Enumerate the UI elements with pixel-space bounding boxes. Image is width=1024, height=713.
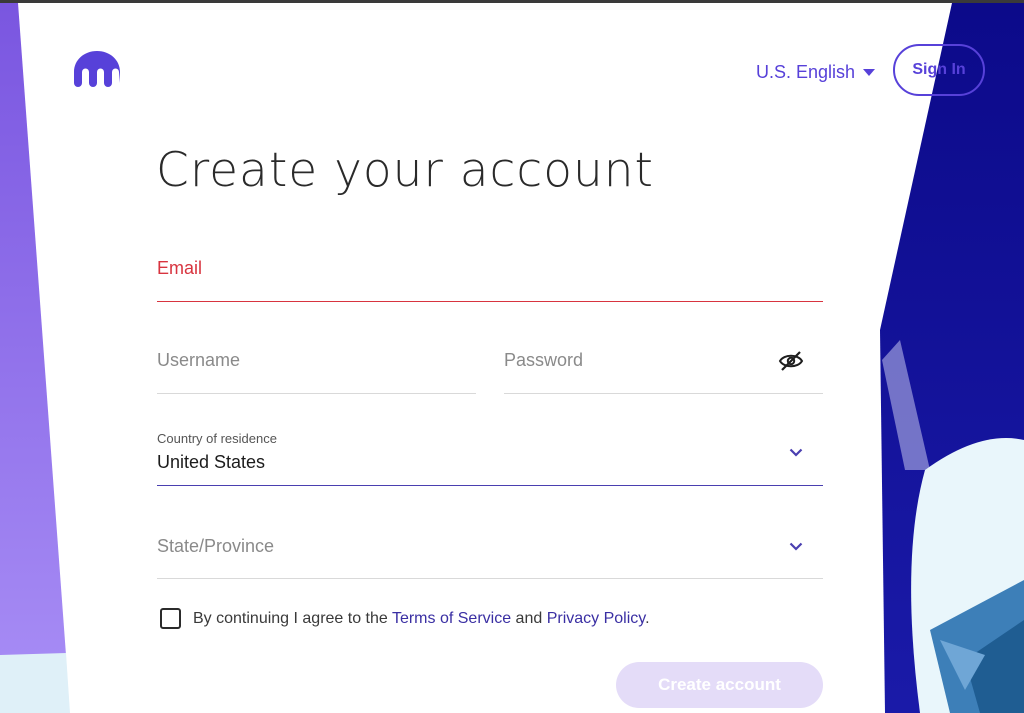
create-account-button[interactable]: Create account: [616, 662, 823, 708]
username-underline: [157, 393, 476, 394]
page-title: Create your account: [156, 143, 654, 198]
password-placeholder: Password: [504, 350, 584, 370]
state-underline: [157, 578, 823, 579]
password-field[interactable]: Password: [504, 342, 823, 394]
chevron-down-icon: [789, 542, 803, 551]
consent-middle: and: [511, 610, 547, 627]
state-select[interactable]: State/Province: [157, 527, 823, 579]
email-field[interactable]: Email: [157, 250, 823, 302]
privacy-policy-link[interactable]: Privacy Policy: [547, 610, 645, 627]
caret-down-icon: [863, 68, 876, 76]
country-select[interactable]: Country of residence United States: [157, 428, 823, 486]
window-top-border: [0, 0, 1024, 3]
language-label: U.S. English: [756, 61, 856, 82]
email-placeholder: Email: [157, 258, 203, 278]
state-placeholder: State/Province: [157, 536, 275, 556]
username-placeholder: Username: [157, 350, 241, 370]
consent-suffix: .: [645, 610, 650, 627]
country-underline: [157, 485, 823, 486]
chevron-down-icon: [789, 448, 803, 457]
country-label: Country of residence: [157, 431, 277, 446]
consent-text: By continuing I agree to the Terms of Se…: [193, 608, 650, 629]
eye-slash-icon[interactable]: [778, 350, 804, 372]
sign-in-button[interactable]: Sign In: [893, 44, 985, 96]
email-underline: [157, 301, 823, 302]
terms-of-service-link[interactable]: Terms of Service: [392, 610, 511, 627]
consent-prefix: By continuing I agree to the: [193, 610, 392, 627]
terms-checkbox[interactable]: [160, 608, 181, 629]
username-field[interactable]: Username: [157, 342, 476, 394]
country-value: United States: [157, 452, 266, 472]
kraken-logo-icon[interactable]: [73, 50, 121, 88]
signup-card: U.S. English Sign In Create your account…: [0, 0, 1024, 713]
language-selector[interactable]: U.S. English: [756, 60, 876, 84]
password-underline: [504, 393, 823, 394]
